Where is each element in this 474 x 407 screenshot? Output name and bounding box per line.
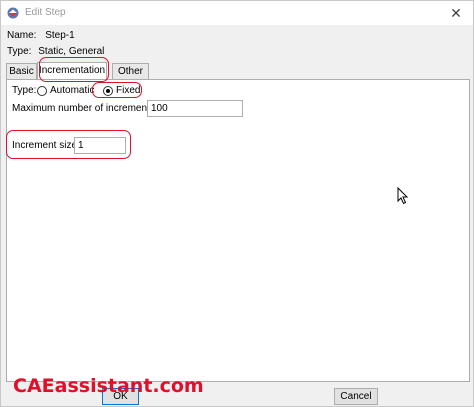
window-title: Edit Step bbox=[25, 7, 66, 18]
tab-incrementation[interactable]: Incrementation bbox=[37, 62, 107, 80]
tab-basic[interactable]: Basic bbox=[6, 63, 37, 80]
max-increments-label: Maximum number of increments: bbox=[12, 103, 158, 114]
max-increments-input[interactable]: 100 bbox=[147, 100, 243, 117]
radio-fixed-label[interactable]: Fixed bbox=[116, 85, 140, 96]
step-type-label: Type: bbox=[7, 46, 32, 57]
type-label: Type: bbox=[12, 85, 37, 96]
abaqus-step-icon bbox=[7, 7, 19, 19]
step-type-row: Type: Static, General bbox=[7, 46, 104, 57]
mouse-pointer-icon bbox=[397, 187, 409, 205]
close-icon[interactable]: ✕ bbox=[447, 4, 465, 22]
step-type-value: Static, General bbox=[38, 46, 105, 57]
incrementation-panel: Type: Automatic Fixed Maximum number of … bbox=[6, 79, 470, 382]
edit-step-dialog: Edit Step ✕ Name: Step-1 Type: Static, G… bbox=[0, 0, 474, 407]
step-name-row: Name: Step-1 bbox=[7, 30, 75, 41]
increment-size-input[interactable]: 1 bbox=[74, 137, 126, 154]
tab-other[interactable]: Other bbox=[112, 63, 149, 80]
step-name-value: Step-1 bbox=[45, 30, 75, 41]
step-name-label: Name: bbox=[7, 30, 37, 41]
cancel-button[interactable]: Cancel bbox=[334, 388, 378, 405]
increment-size-label: Increment size: bbox=[12, 140, 80, 151]
radio-automatic[interactable] bbox=[37, 86, 47, 96]
title-bar[interactable]: Edit Step ✕ bbox=[1, 1, 473, 25]
radio-automatic-label[interactable]: Automatic bbox=[50, 85, 94, 96]
radio-fixed[interactable] bbox=[103, 86, 113, 96]
watermark-text: CAEassistant.com bbox=[13, 375, 204, 397]
